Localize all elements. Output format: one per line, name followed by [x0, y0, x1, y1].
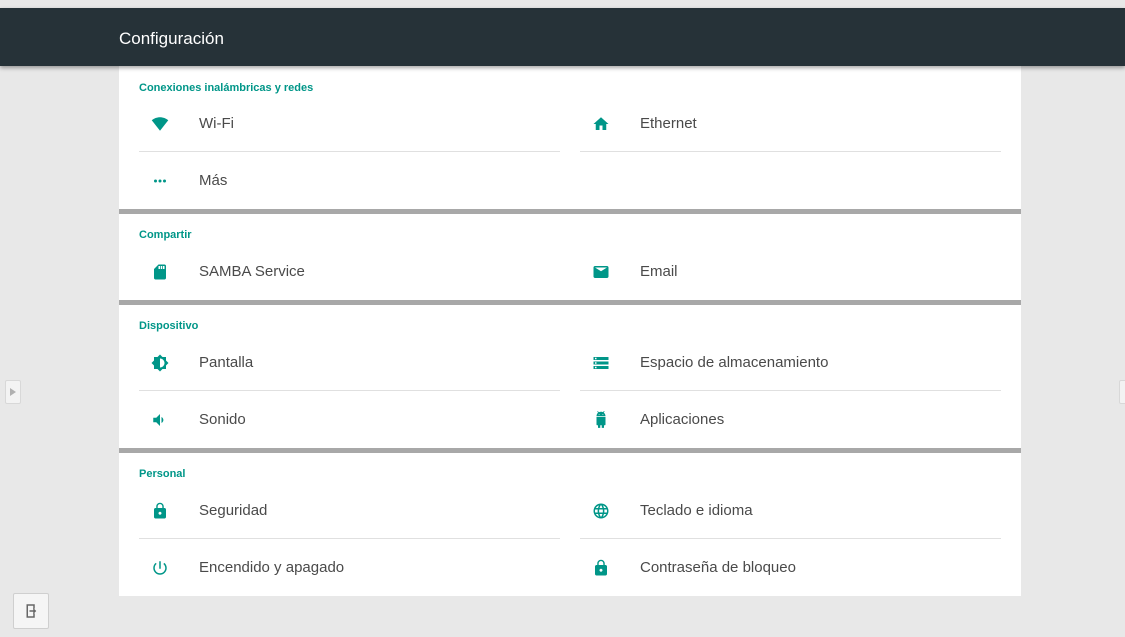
chevron-right-icon	[10, 388, 16, 396]
globe-icon	[590, 500, 612, 522]
settings-item-label: Pantalla	[199, 353, 254, 371]
settings-item-label: Espacio de almacenamiento	[640, 353, 829, 371]
volume-icon	[149, 409, 171, 431]
settings-item-ethernet[interactable]: Ethernet	[580, 95, 1001, 152]
sd-card-icon	[149, 261, 171, 283]
settings-item-email[interactable]: Email	[580, 243, 1001, 300]
lock-icon	[149, 500, 171, 522]
settings-item-samba[interactable]: SAMBA Service	[139, 243, 560, 300]
settings-item-label: Ethernet	[640, 114, 697, 132]
section-sharing: Compartir SAMBA Service Email	[119, 214, 1021, 305]
settings-item-label: Teclado e idioma	[640, 501, 753, 519]
settings-item-label: SAMBA Service	[199, 262, 305, 280]
exit-icon	[26, 604, 37, 618]
email-icon	[590, 261, 612, 283]
brightness-icon	[149, 352, 171, 374]
settings-item-apps[interactable]: Aplicaciones	[580, 391, 1001, 448]
settings-item-label: Wi-Fi	[199, 114, 234, 132]
settings-item-keyboard-language[interactable]: Teclado e idioma	[580, 482, 1001, 539]
section-device: Dispositivo Pantalla Espacio de almacena…	[119, 305, 1021, 453]
section-wireless-networks: Conexiones inalámbricas y redes Wi-Fi Et…	[119, 66, 1021, 214]
home-icon	[590, 113, 612, 135]
settings-item-label: Más	[199, 171, 228, 189]
settings-item-label: Email	[640, 262, 678, 280]
app-toolbar: Configuración	[0, 8, 1125, 66]
settings-item-label: Aplicaciones	[640, 410, 725, 428]
section-title: Conexiones inalámbricas y redes	[139, 82, 314, 94]
settings-item-storage[interactable]: Espacio de almacenamiento	[580, 334, 1001, 391]
wifi-icon	[149, 113, 171, 135]
section-personal: Personal Seguridad Teclado e idioma Ence…	[119, 453, 1021, 596]
settings-item-label: Encendido y apagado	[199, 558, 345, 576]
page-title: Configuración	[119, 29, 224, 48]
section-title: Compartir	[139, 229, 192, 241]
settings-item-power[interactable]: Encendido y apagado	[139, 539, 560, 596]
android-icon	[590, 409, 612, 431]
more-dots-icon	[149, 170, 171, 192]
settings-item-lock-password[interactable]: Contraseña de bloqueo	[580, 539, 1001, 596]
power-icon	[149, 557, 171, 579]
right-panel-toggle[interactable]	[1119, 380, 1125, 404]
exit-button[interactable]	[13, 593, 49, 629]
lock-icon	[590, 557, 612, 579]
settings-item-label: Contraseña de bloqueo	[640, 558, 796, 576]
section-title: Personal	[139, 468, 186, 480]
settings-item-sound[interactable]: Sonido	[139, 391, 560, 448]
settings-item-display[interactable]: Pantalla	[139, 334, 560, 391]
left-panel-toggle[interactable]	[5, 380, 21, 404]
settings-item-label: Sonido	[199, 410, 246, 428]
settings-list: Conexiones inalámbricas y redes Wi-Fi Et…	[119, 66, 1021, 637]
settings-item-wifi[interactable]: Wi-Fi	[139, 95, 560, 152]
settings-item-security[interactable]: Seguridad	[139, 482, 560, 539]
section-title: Dispositivo	[139, 320, 199, 332]
settings-item-more[interactable]: Más	[139, 152, 560, 209]
storage-icon	[590, 352, 612, 374]
settings-item-label: Seguridad	[199, 501, 268, 519]
